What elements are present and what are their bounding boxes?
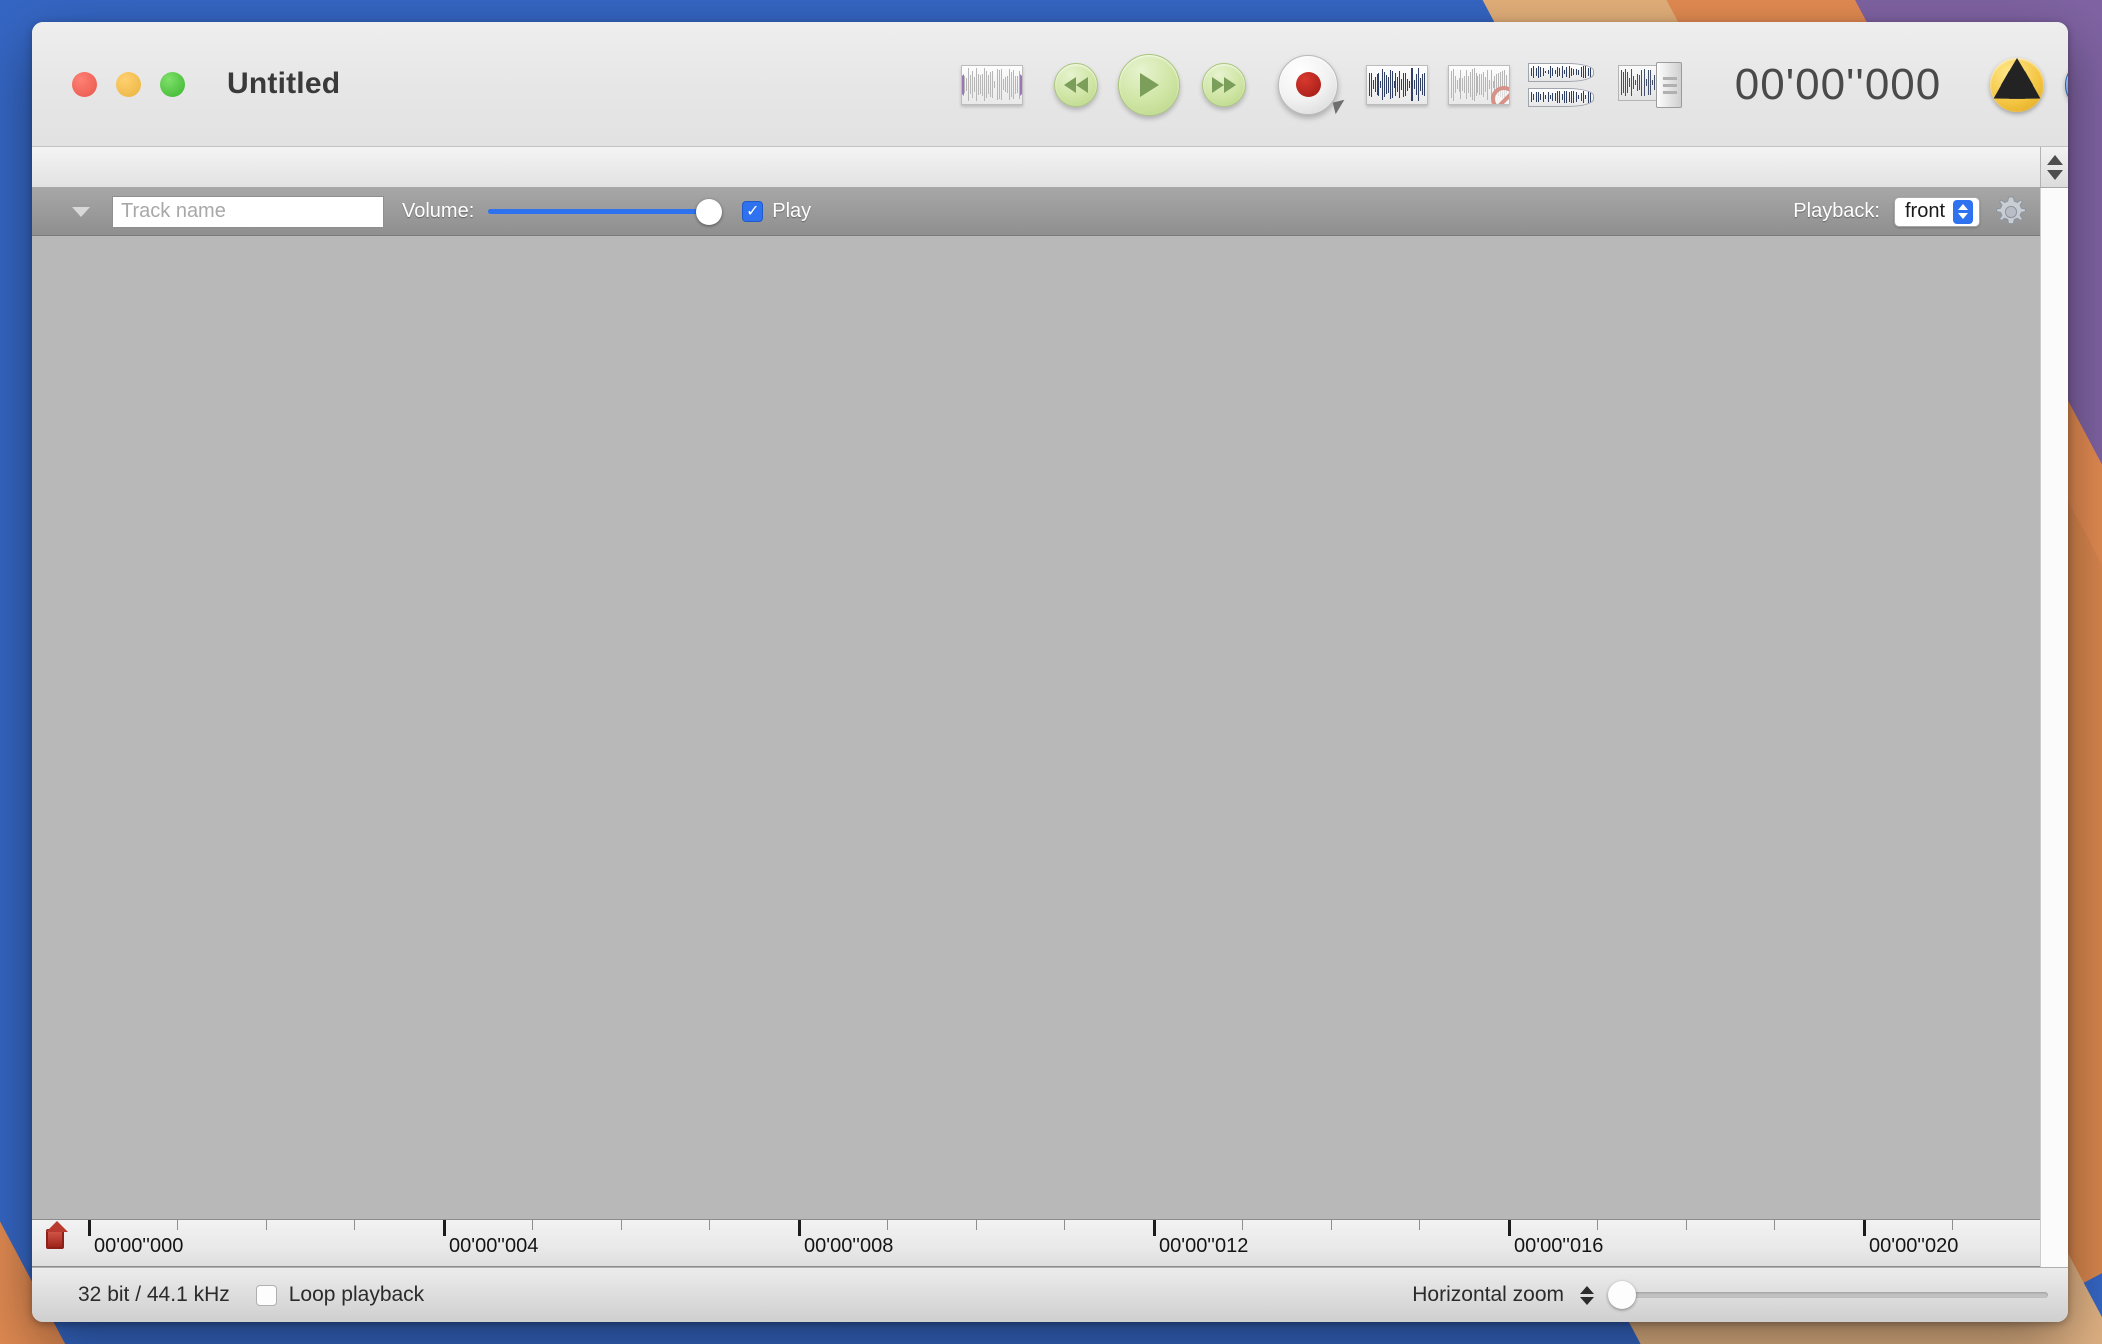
burn-button[interactable] (1978, 57, 2056, 112)
chevron-updown-icon[interactable] (1953, 199, 1974, 224)
audio-format-label: 32 bit / 44.1 kHz (78, 1283, 230, 1306)
gear-icon[interactable] (1994, 195, 2028, 229)
volume-slider[interactable] (488, 198, 723, 225)
track-header: Volume: ✓ Play Playback: front (32, 188, 2040, 236)
waveform-mute-button[interactable] (1438, 64, 1520, 105)
play-checkbox-group[interactable]: ✓ Play (742, 200, 811, 223)
volume-slider-fill (488, 209, 719, 214)
close-button[interactable] (72, 71, 97, 97)
desktop-background: Untitled 00'00''000 Track name Volume: ✓… (0, 0, 2102, 1344)
playhead-marker[interactable] (46, 1221, 68, 1251)
fast-forward-icon (1202, 62, 1246, 107)
burn-icon (1990, 57, 2044, 112)
waveform-disabled-icon (1448, 64, 1510, 105)
track-header-right: Playback: front (1793, 195, 2032, 229)
volume-slider-knob[interactable] (696, 198, 723, 225)
status-right: Horizontal zoom (1412, 1281, 2048, 1309)
zoom-slider-track (1608, 1292, 2048, 1298)
scroll-arrow-buttons[interactable] (2040, 147, 2068, 187)
play-icon (1118, 53, 1180, 116)
waveform-flex-icon (1528, 62, 1594, 107)
app-window: Untitled 00'00''000 Track name Volume: ✓… (32, 22, 2068, 1322)
zoom-slider-knob[interactable] (1608, 1281, 1636, 1309)
timeline-ruler[interactable]: 00'00''000 00'00''004 00'00''008 00'00''012… (32, 1219, 2040, 1267)
record-button[interactable] (1260, 54, 1356, 115)
record-icon (1278, 54, 1348, 115)
loop-playback-label: Loop playback (288, 1283, 425, 1306)
vertical-scrollbar[interactable] (2040, 188, 2068, 1267)
window-title: Untitled (227, 67, 341, 100)
fast-forward-button[interactable] (1188, 62, 1260, 107)
horizontal-zoom-slider[interactable] (1608, 1281, 2048, 1309)
play-checkbox[interactable]: ✓ (742, 201, 764, 222)
toolbar: 00'00''000 i (942, 22, 2068, 147)
playback-device-select[interactable]: front (1894, 196, 1980, 227)
minimize-button[interactable] (116, 71, 141, 97)
loop-playback-checkbox[interactable] (255, 1284, 277, 1306)
tracks-column: Volume: ✓ Play Playback: front (32, 188, 2040, 1267)
info-button[interactable]: i (2056, 58, 2068, 111)
selection-waveform-button[interactable] (942, 64, 1042, 105)
maximize-button[interactable] (160, 71, 185, 97)
status-left: 32 bit / 44.1 kHz Loop playback (78, 1283, 424, 1307)
strip-filler (32, 147, 2040, 187)
waveform-device-icon (1618, 61, 1682, 108)
info-icon: i (2065, 58, 2068, 111)
rewind-icon (1054, 62, 1098, 107)
track-name-input[interactable] (112, 195, 384, 228)
toolbar-secondary-strip (32, 147, 2068, 188)
chevron-down-icon[interactable] (72, 206, 90, 217)
scroll-up-arrow-icon[interactable] (2046, 154, 2063, 165)
main-content: Volume: ✓ Play Playback: front (32, 188, 2068, 1267)
waveform-flex-button[interactable] (1520, 62, 1602, 107)
window-controls (72, 71, 185, 97)
waveform-canvas[interactable] (32, 236, 2040, 1219)
play-button[interactable] (1110, 53, 1188, 116)
scroll-down-arrow-icon[interactable] (2046, 169, 2063, 180)
rewind-button[interactable] (1042, 62, 1110, 107)
timecode-display: 00'00''000 (1698, 60, 1978, 110)
horizontal-zoom-label: Horizontal zoom (1412, 1283, 1564, 1306)
waveform-device-button[interactable] (1602, 61, 1698, 108)
playback-label: Playback: (1793, 200, 1880, 222)
selection-waveform-icon (961, 64, 1023, 105)
title-bar: Untitled 00'00''000 (32, 22, 2068, 147)
loop-playback-group[interactable]: Loop playback (255, 1283, 425, 1307)
playback-device-value: front (1905, 200, 1946, 222)
volume-label: Volume: (402, 200, 475, 222)
status-bar: 32 bit / 44.1 kHz Loop playback Horizont… (32, 1267, 2068, 1322)
waveform-icon (1366, 64, 1428, 105)
waveform-button[interactable] (1356, 64, 1438, 105)
chevron-updown-icon[interactable] (1580, 1285, 1594, 1305)
play-checkbox-label: Play (772, 200, 812, 222)
timecode-value: 00'00''000 (1734, 59, 1942, 109)
